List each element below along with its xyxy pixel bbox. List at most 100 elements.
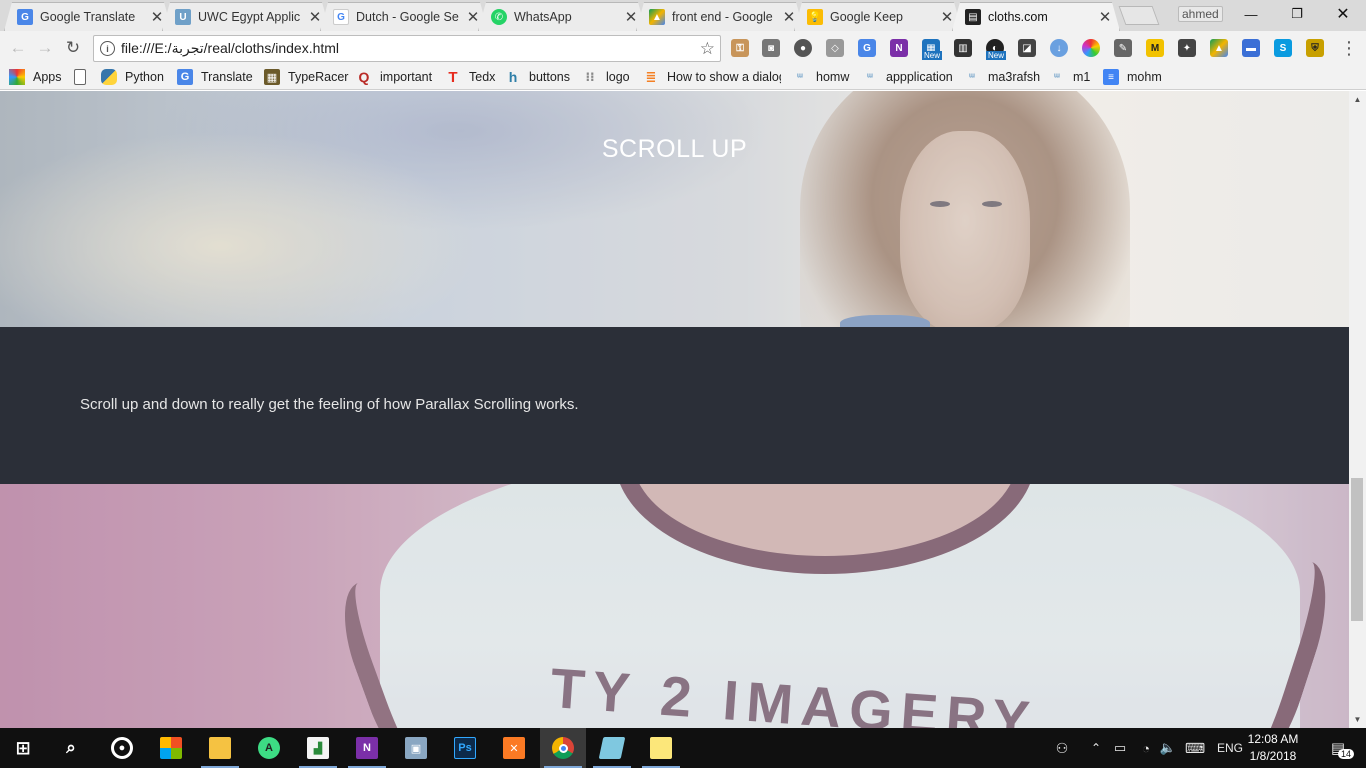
m-extension-icon[interactable]: M xyxy=(1146,39,1164,57)
restore-button[interactable]: ❐ xyxy=(1274,0,1320,28)
tab-title: front end - Google xyxy=(672,10,773,24)
bookmark-page[interactable] xyxy=(74,68,86,86)
scrollbar-thumb[interactable] xyxy=(1351,478,1363,621)
back-button[interactable]: ← xyxy=(7,37,29,59)
url-text[interactable]: file:///E:/تجربة/real/cloths/index.html xyxy=(121,40,700,57)
close-icon[interactable]: ✕ xyxy=(939,8,955,26)
eyedropper-extension-icon[interactable]: ✎ xyxy=(1114,39,1132,57)
taskbar-chrome[interactable] xyxy=(540,728,586,768)
color-wheel-extension-icon[interactable] xyxy=(1082,39,1100,57)
taskbar-photoshop[interactable]: Ps xyxy=(442,728,488,768)
new-tab-button[interactable] xyxy=(1118,6,1160,25)
close-icon[interactable]: ✕ xyxy=(623,8,639,26)
bookmark-star-icon[interactable]: ☆ xyxy=(700,39,715,59)
s-extension-icon[interactable]: S xyxy=(1274,39,1292,57)
tab-cloths-com[interactable]: ▤ cloths.com ✕ xyxy=(952,2,1120,31)
download-extension-icon[interactable]: ↓ xyxy=(1050,39,1068,57)
onenote-extension-icon[interactable]: N xyxy=(890,39,908,57)
color-pick-extension-icon[interactable]: ◪ xyxy=(1018,39,1036,57)
people-icon[interactable]: ⚇ xyxy=(1050,728,1074,768)
typeracer-icon: ▦ xyxy=(264,69,280,85)
taskbar-xampp[interactable]: ✕ xyxy=(491,728,537,768)
close-icon[interactable]: ✕ xyxy=(1097,8,1113,26)
taskbar-sticky-notes[interactable] xyxy=(638,728,684,768)
bookmark-python[interactable]: Python xyxy=(101,68,164,86)
screen: G Google Translate ✕ U UWC Egypt Applic … xyxy=(0,0,1366,768)
tab-front-end-drive[interactable]: ▲ front end - Google ✕ xyxy=(636,2,804,31)
bookmark-apps[interactable]: Apps xyxy=(9,68,62,86)
close-window-button[interactable]: ✕ xyxy=(1320,0,1366,28)
store-icon xyxy=(160,737,182,759)
scroll-up-arrow-icon[interactable]: ▲ xyxy=(1349,91,1366,108)
bookmark-how-to-show-dialog[interactable]: ≣ How to show a dialog xyxy=(643,68,781,86)
tab-title: UWC Egypt Applic xyxy=(198,10,301,24)
info-icon[interactable]: i xyxy=(100,41,115,56)
taskbar-file-explorer[interactable] xyxy=(197,728,243,768)
windows-logo-icon: ⊞ xyxy=(15,737,31,758)
forward-button[interactable]: → xyxy=(34,37,56,59)
taskbar-android-studio[interactable]: A xyxy=(246,728,292,768)
volume-icon[interactable]: 🔈 xyxy=(1158,728,1178,768)
close-icon[interactable]: ✕ xyxy=(781,8,797,26)
tab-dutch-google-search[interactable]: G Dutch - Google Se ✕ xyxy=(320,2,488,31)
close-icon[interactable]: ✕ xyxy=(307,8,323,26)
film-extension-icon[interactable]: ▥ xyxy=(954,39,972,57)
close-icon[interactable]: ✕ xyxy=(149,8,165,26)
onenote-icon: N xyxy=(356,737,378,759)
menu-icon[interactable]: ⋮ xyxy=(1338,37,1360,59)
bookmark-homw[interactable]: ᵚ homw xyxy=(792,68,849,86)
address-bar[interactable]: i file:///E:/تجربة/real/cloths/index.htm… xyxy=(93,35,721,62)
bookmark-buttons[interactable]: h buttons xyxy=(505,68,570,86)
wifi-icon[interactable]: ◔ xyxy=(1136,728,1156,768)
whatsapp-icon: ✆ xyxy=(491,9,507,25)
shield-extension-icon[interactable]: ⛨ xyxy=(1306,39,1324,57)
clock[interactable]: 12:08 AM 1/8/2018 xyxy=(1246,731,1300,765)
tab-google-translate[interactable]: G Google Translate ✕ xyxy=(4,2,172,31)
bookmark-mohm[interactable]: ≡ mohm xyxy=(1103,68,1162,86)
section-text: Scroll up and down to really get the fee… xyxy=(80,396,579,413)
bookmark-typeracer[interactable]: ▦ TypeRacer xyxy=(264,68,348,86)
window-extension-icon[interactable]: ▬ xyxy=(1242,39,1260,57)
bookmark-appplication[interactable]: ᵚ appplication xyxy=(862,68,953,86)
minimize-button[interactable]: — xyxy=(1228,0,1274,28)
tab-whatsapp[interactable]: ✆ WhatsApp ✕ xyxy=(478,2,646,31)
taskbar-image-viewer[interactable]: ▣ xyxy=(393,728,439,768)
bookmark-m1[interactable]: ᵚ m1 xyxy=(1049,68,1090,86)
close-icon[interactable]: ✕ xyxy=(465,8,481,26)
bookmark-translate[interactable]: G Translate xyxy=(177,68,253,86)
vertical-scrollbar[interactable]: ▲ ▼ xyxy=(1349,91,1366,728)
show-hidden-icons-icon[interactable]: ⌃ xyxy=(1086,728,1106,768)
action-center-icon[interactable]: ▤ 14 xyxy=(1318,728,1358,768)
dropbox-extension-icon[interactable]: ◇ xyxy=(826,39,844,57)
lightbulb-extension-icon[interactable]: ● xyxy=(794,39,812,57)
translate-extension-icon[interactable]: G xyxy=(858,39,876,57)
key-extension-icon[interactable]: ⚿ xyxy=(731,39,749,57)
keyboard-icon[interactable]: ⌨ xyxy=(1182,728,1208,768)
drive-extension-icon[interactable]: ▲ xyxy=(1210,39,1228,57)
hero-title: SCROLL UP xyxy=(601,135,748,163)
battery-icon[interactable]: ▭ xyxy=(1110,728,1130,768)
search-button[interactable]: ⌕ xyxy=(48,728,94,768)
cortana-button[interactable]: ● xyxy=(99,728,145,768)
tab-strip: G Google Translate ✕ U UWC Egypt Applic … xyxy=(0,0,1366,31)
taskbar-store[interactable] xyxy=(148,728,194,768)
taskbar-sticky-app[interactable] xyxy=(589,728,635,768)
evernote-extension-icon[interactable]: ✦ xyxy=(1178,39,1196,57)
tab-uwc-egypt[interactable]: U UWC Egypt Applic ✕ xyxy=(162,2,330,31)
profile-button[interactable]: ahmed xyxy=(1178,6,1223,22)
taskbar-onenote[interactable]: N xyxy=(344,728,390,768)
python-icon xyxy=(101,69,117,85)
taskbar-charts[interactable]: ▟ xyxy=(295,728,341,768)
bookmark-logo[interactable]: ⁝⁝ logo xyxy=(582,68,629,86)
chrome-icon xyxy=(552,737,574,759)
camera-extension-icon[interactable]: ◙ xyxy=(762,39,780,57)
start-button[interactable]: ⊞ xyxy=(0,728,46,768)
bookmark-tedx[interactable]: T Tedx xyxy=(445,68,495,86)
tab-google-keep[interactable]: 💡 Google Keep ✕ xyxy=(794,2,962,31)
scroll-down-arrow-icon[interactable]: ▼ xyxy=(1349,711,1366,728)
apps-grid-icon xyxy=(9,69,25,85)
bookmark-important[interactable]: Q important xyxy=(356,68,433,86)
bookmark-ma3rafsh[interactable]: ᵚ ma3rafsh xyxy=(964,68,1040,86)
reload-button[interactable]: ↻ xyxy=(62,37,84,59)
language-indicator[interactable]: ENG xyxy=(1214,728,1246,768)
